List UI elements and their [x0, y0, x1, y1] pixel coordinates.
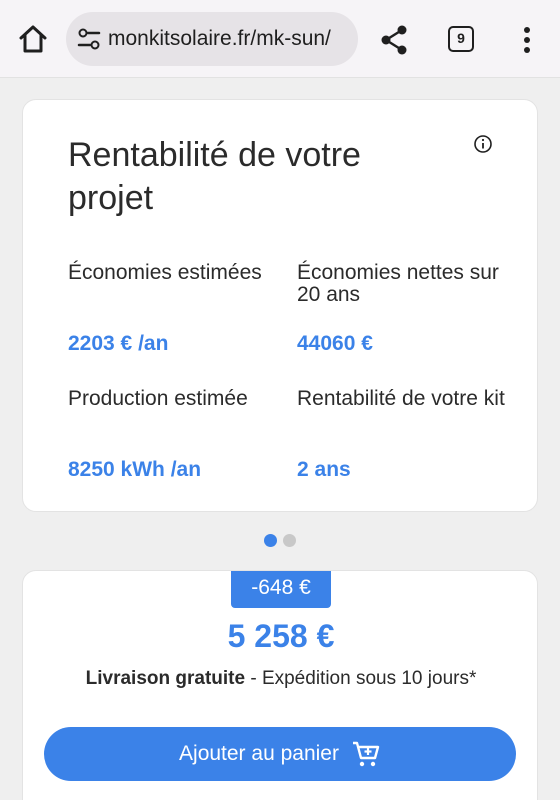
home-icon[interactable] — [16, 22, 50, 56]
site-settings-icon[interactable] — [76, 26, 102, 52]
stat-label-production: Production estimée — [68, 387, 248, 410]
tabs-icon[interactable]: 9 — [448, 26, 474, 52]
cart-add-icon — [351, 739, 381, 769]
carousel-dot[interactable] — [283, 534, 296, 547]
card-title: Rentabilité de votre projet — [68, 136, 361, 217]
stat-label-payback: Rentabilité de votre kit — [297, 387, 505, 410]
address-bar[interactable]: monkitsolaire.fr/mk-sun/ — [66, 12, 358, 66]
stat-value-net-savings: 44060 € — [297, 332, 373, 355]
carousel-indicator — [262, 534, 302, 548]
add-to-cart-label: Ajouter au panier — [179, 742, 339, 765]
share-icon[interactable] — [376, 22, 412, 58]
stat-value-savings: 2203 € /an — [68, 332, 169, 355]
carousel-dot-active[interactable] — [264, 534, 277, 547]
stat-value-production: 8250 kWh /an — [68, 458, 202, 481]
shipping-delay-label: - Expédition sous 10 jours* — [245, 668, 477, 689]
more-vert-icon[interactable] — [514, 24, 540, 56]
browser-toolbar: monkitsolaire.fr/mk-sun/ 9 — [0, 0, 560, 78]
free-delivery-label: Livraison gratuite — [85, 668, 246, 689]
stat-label-net-savings: Économies nettes sur 20 ans — [297, 261, 499, 306]
price: 5 258 € — [227, 618, 335, 654]
discount-badge: -648 € — [231, 571, 331, 608]
stat-label-savings: Économies estimées — [68, 261, 262, 284]
stat-value-payback: 2 ans — [297, 458, 351, 481]
profitability-card: Rentabilité de votre projet Économies es… — [22, 99, 538, 512]
delivery-info: Livraison gratuite - Expédition sous 10 … — [23, 667, 539, 691]
offer-card: -648 € 5 258 € Livraison gratuite - Expé… — [22, 570, 538, 800]
add-to-cart-button[interactable]: Ajouter au panier — [44, 727, 516, 781]
url-text[interactable]: monkitsolaire.fr/mk-sun/ — [108, 27, 352, 51]
info-icon[interactable] — [473, 134, 493, 154]
